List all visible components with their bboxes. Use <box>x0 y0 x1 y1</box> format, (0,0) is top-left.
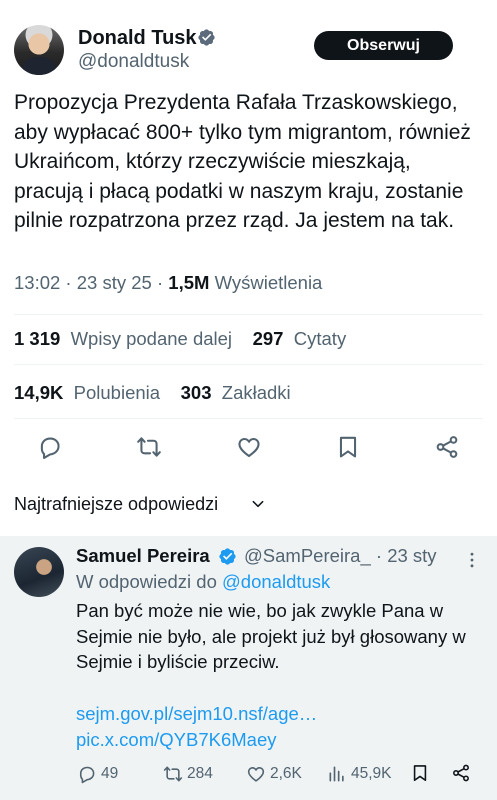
bookmark-icon[interactable] <box>335 434 361 460</box>
author-handle[interactable]: @donaldtusk <box>78 51 189 73</box>
reposts-label: Wpisy podane dalej <box>70 328 233 349</box>
tweet-header: Donald Tusk @donaldtusk Obserwuj <box>0 0 497 90</box>
reply-action-bar: 49 284 2,6K 45,9K <box>0 762 497 786</box>
reply-author-name[interactable]: Samuel Pereira <box>76 545 210 567</box>
likes-label: Polubienia <box>73 382 161 403</box>
quotes-label: Cytaty <box>293 328 347 349</box>
reply-repost-button[interactable]: 284 <box>163 762 213 786</box>
reply-author-handle[interactable]: @SamPereira_ <box>244 545 371 566</box>
reply-icon <box>79 766 95 784</box>
views-label: Wyświetlenia <box>214 272 323 293</box>
reply-author-avatar[interactable] <box>14 547 64 597</box>
tweet-action-bar <box>0 428 497 468</box>
divider <box>14 418 483 419</box>
divider <box>14 314 483 315</box>
more-options-icon[interactable] <box>462 550 482 570</box>
reply-likes-count: 2,6K <box>270 765 302 782</box>
reply-like-button[interactable]: 2,6K <box>246 762 302 786</box>
bookmarks-stat[interactable]: 303 Zakładki <box>181 382 291 403</box>
author-name[interactable]: Donald Tusk <box>78 27 197 50</box>
reply-views-count: 45,9K <box>351 765 392 782</box>
replying-prefix: W odpowiedzi do <box>76 571 217 592</box>
quotes-stat[interactable]: 297 Cytaty <box>253 328 347 349</box>
reply-sort-selector[interactable]: Najtrafniejsze odpowiedzi <box>14 494 218 515</box>
like-heart-icon <box>247 767 265 782</box>
reply-replies-count: 49 <box>101 765 119 782</box>
views-count: 1,5M <box>168 272 210 293</box>
reposts-count: 1 319 <box>14 328 61 349</box>
tweet-meta: 13:02 · 23 sty 25 · 1,5M Wyświetlenia <box>14 272 323 293</box>
repost-icon[interactable] <box>136 434 162 460</box>
reply-reposts-count: 284 <box>187 765 213 782</box>
reply-text: Pan być może nie wie, bo jak zwykle Pana… <box>76 600 466 672</box>
share-icon[interactable] <box>451 762 471 784</box>
chevron-down-icon[interactable] <box>251 497 265 511</box>
tweet-time[interactable]: 13:02 <box>14 272 60 293</box>
like-heart-icon[interactable] <box>236 434 262 460</box>
likes-stat[interactable]: 14,9K Polubienia <box>14 382 160 403</box>
quotes-count: 297 <box>252 328 284 349</box>
replying-to: W odpowiedzi do @donaldtusk <box>76 571 330 593</box>
like-stats: 14,9K Polubienia 303 Zakładki <box>14 382 291 404</box>
bookmarks-label: Zakładki <box>221 382 291 403</box>
verified-badge-icon <box>219 548 236 565</box>
likes-count: 14,9K <box>14 382 64 403</box>
reply-replies-button[interactable]: 49 <box>77 762 118 786</box>
tweet-text: Propozycja Prezydenta Rafała Trzaskowski… <box>14 91 471 232</box>
bookmark-icon[interactable] <box>410 762 430 784</box>
reply-item[interactable]: Samuel Pereira @SamPereira_ · 23 sty W o… <box>0 536 497 800</box>
repost-stats: 1 319 Wpisy podane dalej 297 Cytaty <box>14 328 346 350</box>
replying-to-link[interactable]: @donaldtusk <box>222 571 330 592</box>
verified-badge-icon <box>198 29 215 46</box>
reply-icon[interactable] <box>37 434 63 460</box>
bookmarks-count: 303 <box>180 382 212 403</box>
repost-icon <box>163 766 183 782</box>
reply-date[interactable]: 23 sty <box>387 545 436 566</box>
reply-links[interactable]: sejm.gov.pl/sejm10.nsf/age… pic.x.com/QY… <box>76 701 486 752</box>
reply-handle-date: @SamPereira_ · 23 sty <box>244 545 437 566</box>
author-avatar[interactable] <box>14 25 64 75</box>
share-icon[interactable] <box>434 434 460 460</box>
views-chart-icon <box>329 766 344 782</box>
tweet-date[interactable]: 23 sty 25 <box>77 272 152 293</box>
divider <box>14 364 483 365</box>
reposts-stat[interactable]: 1 319 Wpisy podane dalej <box>14 328 232 349</box>
reply-views-button[interactable]: 45,9K <box>327 762 392 786</box>
follow-button[interactable]: Obserwuj <box>314 31 453 60</box>
